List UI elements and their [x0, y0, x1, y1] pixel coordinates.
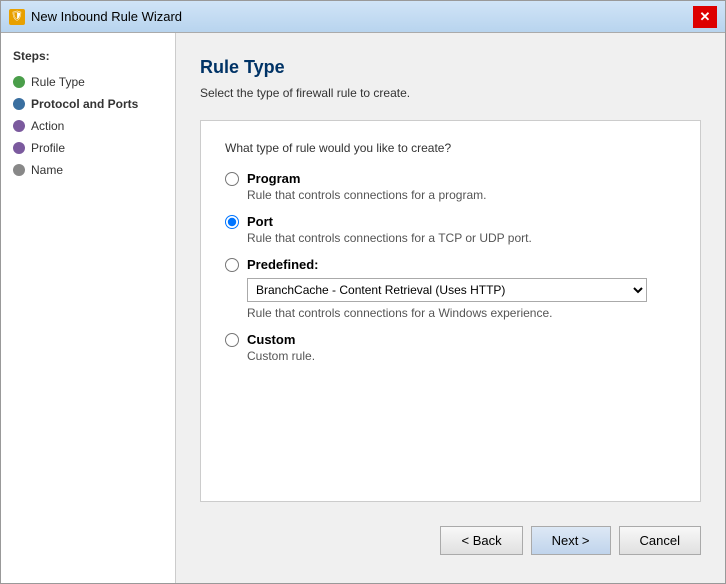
port-desc: Rule that controls connections for a TCP… [247, 231, 676, 245]
step-dot-protocol [13, 98, 25, 110]
custom-option: Custom Custom rule. [225, 332, 676, 363]
window-title: New Inbound Rule Wizard [31, 9, 182, 24]
close-button[interactable]: ✕ [693, 6, 717, 28]
port-radio-row: Port [225, 214, 676, 229]
custom-desc: Custom rule. [247, 349, 676, 363]
predefined-radio[interactable] [225, 258, 239, 272]
footer-buttons: < Back Next > Cancel [200, 518, 701, 559]
title-bar-left: 🛡 New Inbound Rule Wizard [9, 9, 182, 25]
sidebar-label-profile: Profile [31, 141, 65, 155]
sidebar-label-protocol: Protocol and Ports [31, 97, 138, 111]
step-dot-name [13, 164, 25, 176]
question-text: What type of rule would you like to crea… [225, 141, 676, 155]
cancel-button[interactable]: Cancel [619, 526, 701, 555]
program-desc: Rule that controls connections for a pro… [247, 188, 676, 202]
content-area: Steps: Rule Type Protocol and Ports Acti… [1, 33, 725, 583]
port-label[interactable]: Port [247, 214, 273, 229]
program-option: Program Rule that controls connections f… [225, 171, 676, 202]
predefined-label[interactable]: Predefined: [247, 257, 319, 272]
back-button[interactable]: < Back [440, 526, 522, 555]
program-radio[interactable] [225, 172, 239, 186]
next-button[interactable]: Next > [531, 526, 611, 555]
predefined-desc: Rule that controls connections for a Win… [247, 306, 676, 320]
port-radio[interactable] [225, 215, 239, 229]
step-dot-profile [13, 142, 25, 154]
step-dot-rule-type [13, 76, 25, 88]
main-window: 🛡 New Inbound Rule Wizard ✕ Steps: Rule … [0, 0, 726, 584]
page-title: Rule Type [200, 57, 701, 78]
sidebar-item-protocol-ports[interactable]: Protocol and Ports [1, 93, 175, 115]
title-bar: 🛡 New Inbound Rule Wizard ✕ [1, 1, 725, 33]
custom-label[interactable]: Custom [247, 332, 295, 347]
sidebar-label-rule-type: Rule Type [31, 75, 85, 89]
window-icon: 🛡 [9, 9, 25, 25]
sidebar-label-name: Name [31, 163, 63, 177]
sidebar-item-profile[interactable]: Profile [1, 137, 175, 159]
predefined-radio-row: Predefined: [225, 257, 676, 272]
form-area: What type of rule would you like to crea… [200, 120, 701, 502]
sidebar-label-action: Action [31, 119, 64, 133]
port-option: Port Rule that controls connections for … [225, 214, 676, 245]
custom-radio[interactable] [225, 333, 239, 347]
main-content: Rule Type Select the type of firewall ru… [176, 33, 725, 583]
sidebar-item-rule-type[interactable]: Rule Type [1, 71, 175, 93]
custom-radio-row: Custom [225, 332, 676, 347]
step-dot-action [13, 120, 25, 132]
program-label[interactable]: Program [247, 171, 300, 186]
predefined-option: Predefined: BranchCache - Content Retrie… [225, 257, 676, 320]
sidebar-item-action[interactable]: Action [1, 115, 175, 137]
predefined-dropdown[interactable]: BranchCache - Content Retrieval (Uses HT… [247, 278, 647, 302]
sidebar-steps-label: Steps: [1, 45, 175, 71]
sidebar: Steps: Rule Type Protocol and Ports Acti… [1, 33, 176, 583]
program-radio-row: Program [225, 171, 676, 186]
sidebar-item-name[interactable]: Name [1, 159, 175, 181]
page-subtitle: Select the type of firewall rule to crea… [200, 86, 701, 100]
